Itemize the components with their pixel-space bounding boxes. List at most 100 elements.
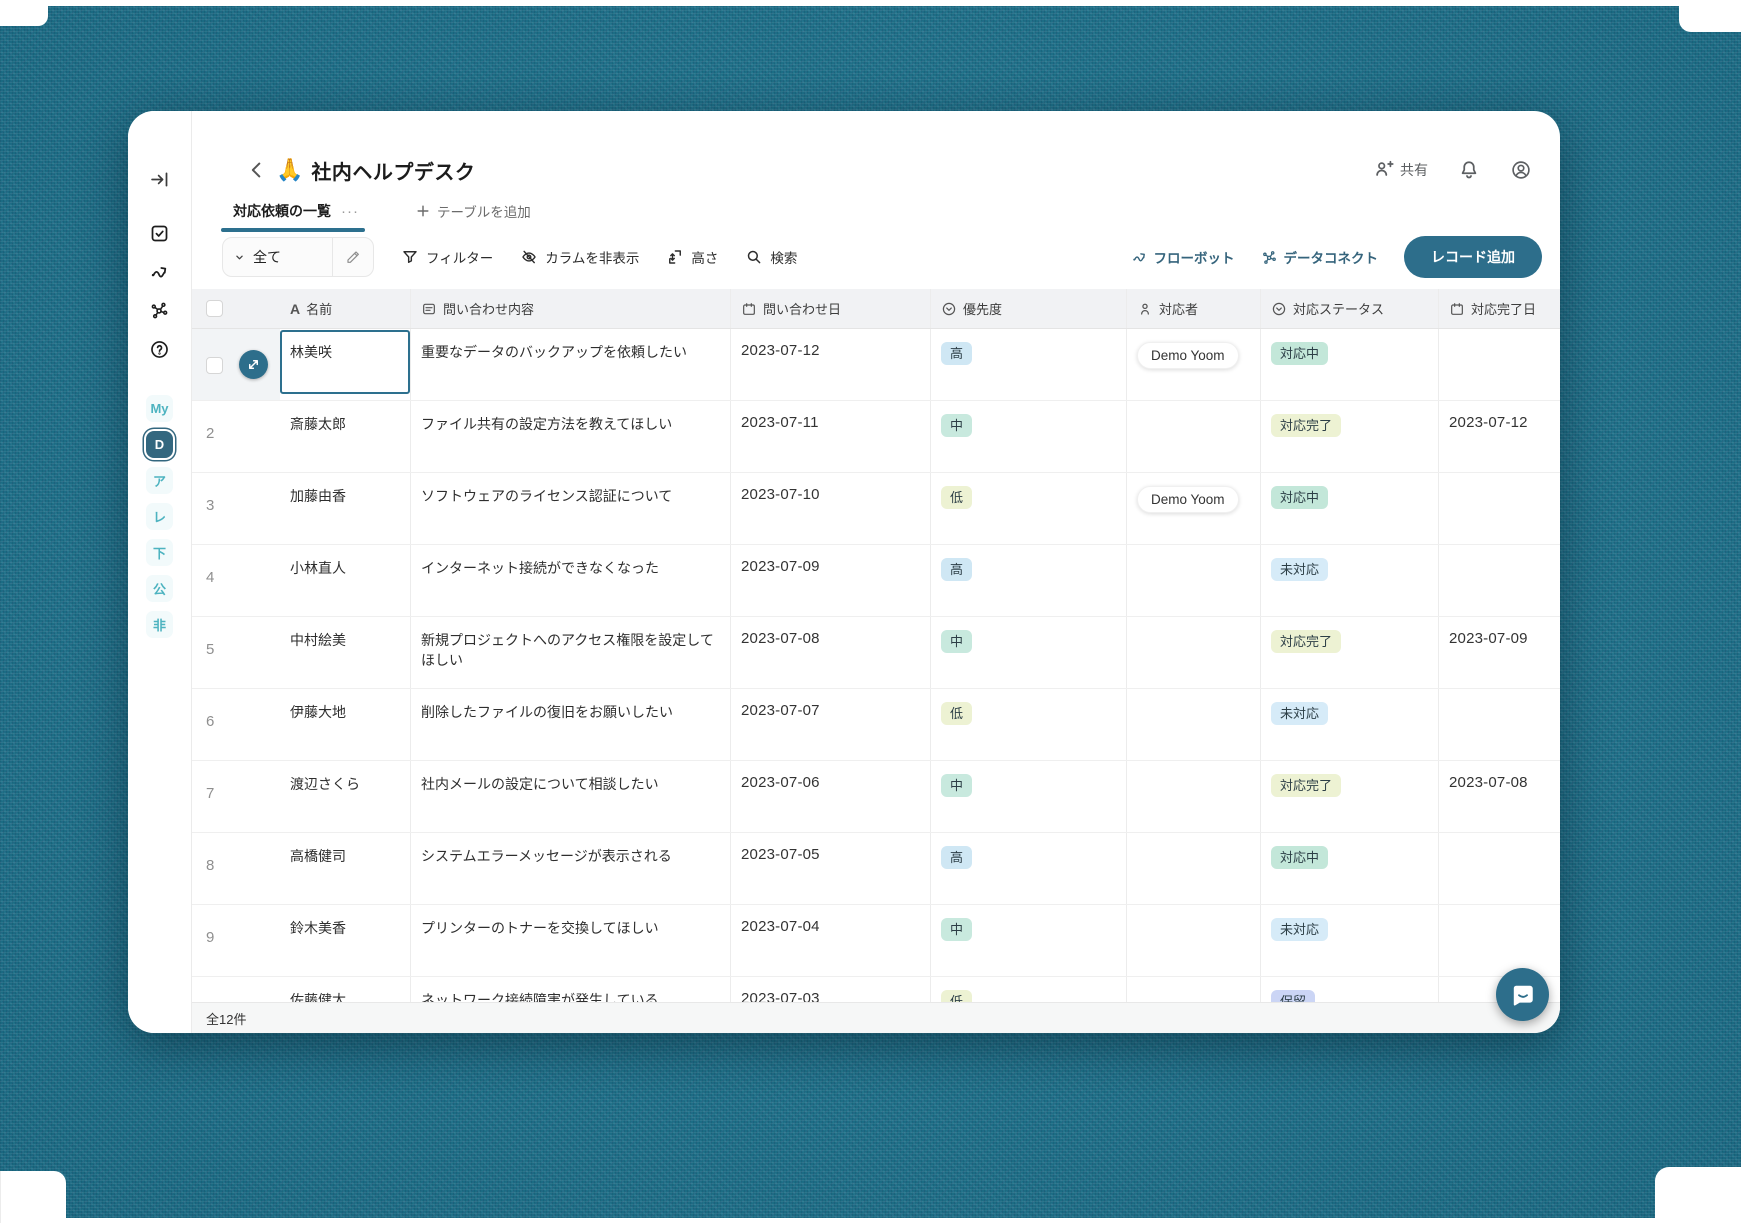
cell-done-date[interactable]: 2023-07-12 bbox=[1438, 401, 1560, 472]
row-height-button[interactable]: 高さ bbox=[666, 247, 718, 267]
pencil-icon[interactable] bbox=[333, 249, 373, 265]
account-icon[interactable] bbox=[1510, 159, 1532, 181]
cell-name[interactable]: 中村絵美 bbox=[280, 617, 410, 688]
cell-priority[interactable]: 中 bbox=[930, 401, 1126, 472]
cell-priority[interactable]: 中 bbox=[930, 761, 1126, 832]
sidebar-shortcut-レ[interactable]: レ bbox=[146, 503, 173, 530]
cell-name[interactable]: 渡辺さくら bbox=[280, 761, 410, 832]
cell-assignee[interactable]: Demo Yoom bbox=[1126, 329, 1260, 400]
cell-name[interactable]: 伊藤大地 bbox=[280, 689, 410, 760]
cell-priority[interactable]: 高 bbox=[930, 329, 1126, 400]
cell-status[interactable]: 保留 bbox=[1260, 977, 1438, 1002]
cell-done-date[interactable] bbox=[1438, 329, 1560, 400]
cell-inquiry-date[interactable]: 2023-07-09 bbox=[730, 545, 930, 616]
cell-done-date[interactable] bbox=[1438, 545, 1560, 616]
cell-status[interactable]: 未対応 bbox=[1260, 689, 1438, 760]
cell-done-date[interactable] bbox=[1438, 833, 1560, 904]
cell-inquiry-date[interactable]: 2023-07-07 bbox=[730, 689, 930, 760]
cell-content[interactable]: ネットワーク接続障害が発生している bbox=[410, 977, 730, 1002]
cell-done-date[interactable] bbox=[1438, 905, 1560, 976]
table-row[interactable]: 9 鈴木美香 プリンターのトナーを交換してほしい 2023-07-04 中 未対… bbox=[192, 905, 1560, 977]
cell-status[interactable]: 対応中 bbox=[1260, 833, 1438, 904]
cell-content[interactable]: システムエラーメッセージが表示される bbox=[410, 833, 730, 904]
cell-name[interactable]: 小林直人 bbox=[280, 545, 410, 616]
cell-content[interactable]: 削除したファイルの復旧をお願いしたい bbox=[410, 689, 730, 760]
cell-status[interactable]: 対応中 bbox=[1260, 473, 1438, 544]
flowbot-button[interactable]: フローボット bbox=[1131, 247, 1235, 267]
cell-priority[interactable]: 中 bbox=[930, 905, 1126, 976]
cell-name[interactable]: 林美咲 bbox=[280, 329, 410, 400]
add-record-button[interactable]: レコード追加 bbox=[1404, 236, 1542, 278]
filter-button[interactable]: フィルター bbox=[401, 247, 493, 267]
cell-inquiry-date[interactable]: 2023-07-12 bbox=[730, 329, 930, 400]
cell-done-date[interactable] bbox=[1438, 473, 1560, 544]
cell-content[interactable]: 新規プロジェクトへのアクセス権限を設定してほしい bbox=[410, 617, 730, 688]
cell-assignee[interactable] bbox=[1126, 401, 1260, 472]
table-row[interactable]: 8 高橋健司 システムエラーメッセージが表示される 2023-07-05 高 対… bbox=[192, 833, 1560, 905]
expand-record-button[interactable] bbox=[239, 350, 268, 379]
column-header-done-date[interactable]: 対応完了日 bbox=[1438, 289, 1560, 328]
cell-status[interactable]: 未対応 bbox=[1260, 545, 1438, 616]
cell-done-date[interactable]: 2023-07-09 bbox=[1438, 617, 1560, 688]
add-table-button[interactable]: テーブルを追加 bbox=[415, 201, 531, 221]
cell-name[interactable]: 加藤由香 bbox=[280, 473, 410, 544]
cell-assignee[interactable] bbox=[1126, 689, 1260, 760]
tab-more-icon[interactable]: ··· bbox=[341, 203, 359, 220]
cell-assignee[interactable]: Demo Yoom bbox=[1126, 473, 1260, 544]
sidebar-shortcut-ア[interactable]: ア bbox=[146, 467, 173, 494]
table-row[interactable]: 2 斎藤太郎 ファイル共有の設定方法を教えてほしい 2023-07-11 中 対… bbox=[192, 401, 1560, 473]
cell-status[interactable]: 対応完了 bbox=[1260, 401, 1438, 472]
view-select-dropdown[interactable]: 全て bbox=[223, 247, 332, 267]
data-connect-button[interactable]: データコネクト bbox=[1261, 247, 1378, 267]
cell-name[interactable]: 斎藤太郎 bbox=[280, 401, 410, 472]
cell-done-date[interactable] bbox=[1438, 689, 1560, 760]
cell-assignee[interactable] bbox=[1126, 545, 1260, 616]
cell-inquiry-date[interactable]: 2023-07-08 bbox=[730, 617, 930, 688]
column-header-priority[interactable]: 優先度 bbox=[930, 289, 1126, 328]
cell-priority[interactable]: 低 bbox=[930, 473, 1126, 544]
cell-inquiry-date[interactable]: 2023-07-04 bbox=[730, 905, 930, 976]
cell-assignee[interactable] bbox=[1126, 761, 1260, 832]
cell-name[interactable]: 高橋健司 bbox=[280, 833, 410, 904]
cell-done-date[interactable]: 2023-07-08 bbox=[1438, 761, 1560, 832]
cell-content[interactable]: プリンターのトナーを交換してほしい bbox=[410, 905, 730, 976]
cell-priority[interactable]: 中 bbox=[930, 617, 1126, 688]
column-header-assignee[interactable]: 対応者 bbox=[1126, 289, 1260, 328]
cell-assignee[interactable] bbox=[1126, 905, 1260, 976]
cell-priority[interactable]: 高 bbox=[930, 545, 1126, 616]
cell-content[interactable]: ファイル共有の設定方法を教えてほしい bbox=[410, 401, 730, 472]
cell-priority[interactable]: 低 bbox=[930, 977, 1126, 1002]
table-row[interactable]: 10 佐藤健太 ネットワーク接続障害が発生している 2023-07-03 低 保… bbox=[192, 977, 1560, 1002]
hide-columns-button[interactable]: カラムを非表示 bbox=[520, 247, 639, 267]
sidebar-shortcut-公[interactable]: 公 bbox=[146, 575, 173, 602]
back-chevron-icon[interactable] bbox=[246, 159, 268, 181]
cell-assignee[interactable] bbox=[1126, 617, 1260, 688]
select-all-checkbox[interactable] bbox=[206, 300, 223, 317]
cell-name[interactable]: 鈴木美香 bbox=[280, 905, 410, 976]
table-row[interactable]: 5 中村絵美 新規プロジェクトへのアクセス権限を設定してほしい 2023-07-… bbox=[192, 617, 1560, 689]
help-icon[interactable] bbox=[148, 337, 172, 361]
cell-content[interactable]: 社内メールの設定について相談したい bbox=[410, 761, 730, 832]
cell-inquiry-date[interactable]: 2023-07-10 bbox=[730, 473, 930, 544]
cell-inquiry-date[interactable]: 2023-07-06 bbox=[730, 761, 930, 832]
cell-status[interactable]: 対応完了 bbox=[1260, 761, 1438, 832]
cell-content[interactable]: インターネット接続ができなくなった bbox=[410, 545, 730, 616]
cell-content[interactable]: 重要なデータのバックアップを依頼したい bbox=[410, 329, 730, 400]
table-row[interactable]: 4 小林直人 インターネット接続ができなくなった 2023-07-09 高 未対… bbox=[192, 545, 1560, 617]
row-checkbox[interactable] bbox=[206, 357, 223, 374]
cell-assignee[interactable] bbox=[1126, 833, 1260, 904]
cell-inquiry-date[interactable]: 2023-07-11 bbox=[730, 401, 930, 472]
cell-inquiry-date[interactable]: 2023-07-03 bbox=[730, 977, 930, 1002]
cell-inquiry-date[interactable]: 2023-07-05 bbox=[730, 833, 930, 904]
sidebar-shortcut-My[interactable]: My bbox=[146, 395, 173, 422]
cell-priority[interactable]: 高 bbox=[930, 833, 1126, 904]
cell-priority[interactable]: 低 bbox=[930, 689, 1126, 760]
column-header-content[interactable]: 問い合わせ内容 bbox=[410, 289, 730, 328]
sidebar-shortcut-D[interactable]: D bbox=[146, 431, 173, 458]
chat-launcher-button[interactable] bbox=[1496, 968, 1549, 1021]
table-row[interactable]: 7 渡辺さくら 社内メールの設定について相談したい 2023-07-06 中 対… bbox=[192, 761, 1560, 833]
flow-arrow-icon[interactable] bbox=[148, 260, 172, 284]
table-row[interactable]: 3 加藤由香 ソフトウェアのライセンス認証について 2023-07-10 低 D… bbox=[192, 473, 1560, 545]
search-button[interactable]: 検索 bbox=[745, 247, 797, 267]
cell-name[interactable]: 佐藤健太 bbox=[280, 977, 410, 1002]
